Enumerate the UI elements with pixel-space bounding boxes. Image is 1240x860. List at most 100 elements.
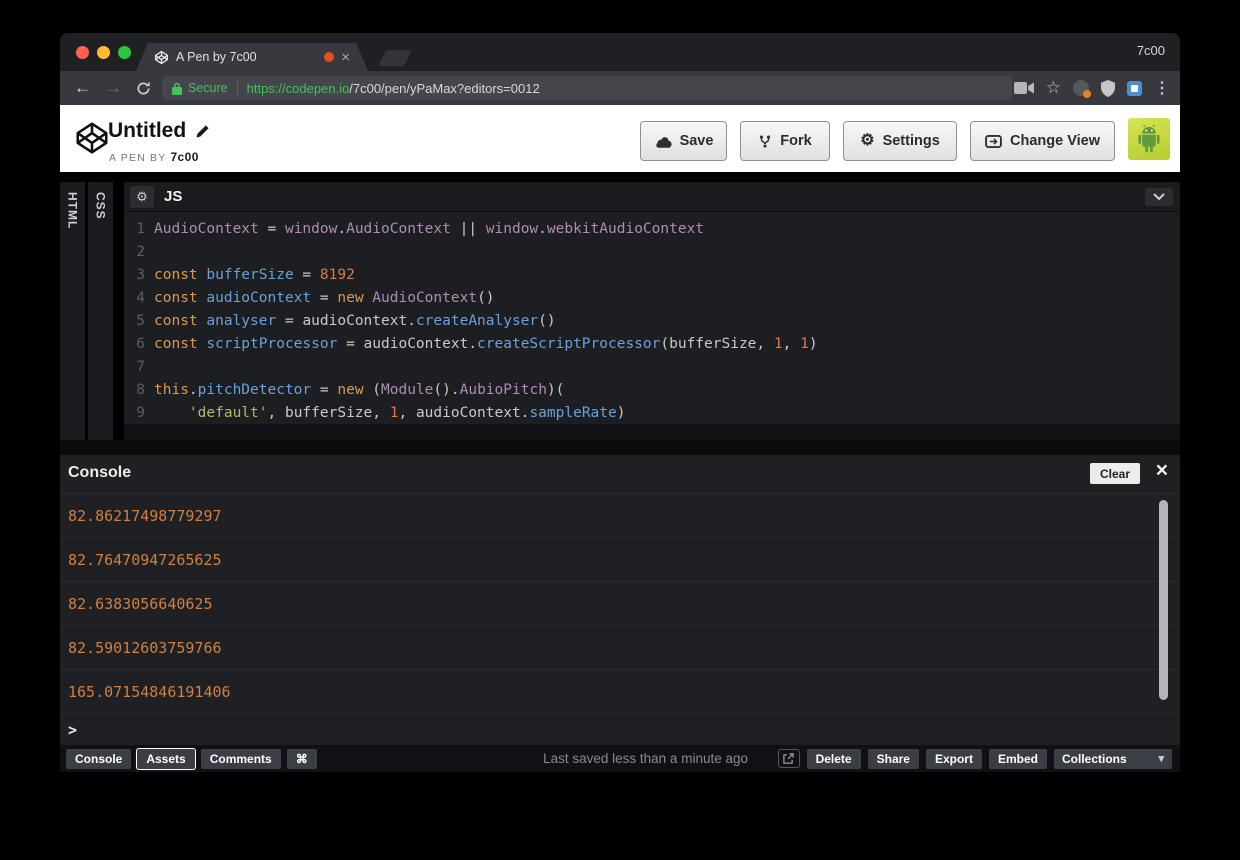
codepen-logo-icon[interactable] bbox=[74, 120, 110, 161]
console-close-icon[interactable]: × bbox=[1156, 459, 1168, 483]
footer-shortcuts-button[interactable]: ⌘ bbox=[286, 748, 317, 769]
tab-strip: A Pen by 7c00 × 7c00 bbox=[60, 33, 1180, 71]
delete-button[interactable]: Delete bbox=[806, 748, 861, 769]
line-content: const bufferSize = 8192 bbox=[154, 267, 355, 283]
desktop: A Pen by 7c00 × 7c00 ← → Secure https://… bbox=[0, 0, 1240, 860]
console-clear-button[interactable]: Clear bbox=[1089, 463, 1140, 484]
open-external-button[interactable] bbox=[777, 749, 800, 768]
cloud-icon bbox=[654, 135, 672, 148]
console-log-entry: 82.86217498779297 bbox=[60, 494, 1180, 538]
panel-resizer[interactable] bbox=[60, 440, 1180, 455]
line-content: AudioContext = window.AudioContext || wi… bbox=[154, 221, 705, 237]
footer-console-button[interactable]: Console bbox=[66, 748, 132, 769]
code-line: 6 const scriptProcessor = audioContext.cr… bbox=[124, 333, 1180, 356]
caret-down-icon: ▾ bbox=[1158, 753, 1164, 765]
byline-prefix: A PEN BY bbox=[109, 152, 167, 164]
save-button[interactable]: Save bbox=[640, 121, 727, 161]
js-editor-label: JS bbox=[164, 188, 183, 205]
browser-profile-name[interactable]: 7c00 bbox=[1137, 43, 1165, 58]
fork-button[interactable]: Fork bbox=[740, 121, 830, 161]
footer-assets-button[interactable]: Assets bbox=[137, 748, 195, 769]
js-settings-gear-icon[interactable]: ⚙ bbox=[130, 186, 154, 208]
console-panel: Console Clear × 82.86217498779297 82.7647… bbox=[60, 455, 1180, 745]
change-view-icon bbox=[985, 134, 1002, 148]
line-number: 4 bbox=[136, 290, 145, 306]
browser-tab[interactable]: A Pen by 7c00 × bbox=[136, 43, 368, 71]
fork-button-label: Fork bbox=[780, 133, 812, 149]
url-host: https://codepen.io bbox=[246, 80, 350, 96]
pen-author[interactable]: 7c00 bbox=[170, 150, 198, 164]
collections-dropdown[interactable]: Collections ▾ bbox=[1054, 748, 1172, 769]
reload-icon[interactable] bbox=[136, 71, 151, 105]
toolbar-icons: ☆ ⋮ bbox=[1013, 71, 1170, 105]
change-view-button[interactable]: Change View bbox=[970, 121, 1115, 161]
line-number: 8 bbox=[136, 382, 145, 398]
omnibox-divider bbox=[236, 81, 238, 95]
code-line: 2 bbox=[124, 241, 1180, 264]
line-content: const scriptProcessor = audioContext.cre… bbox=[154, 336, 818, 352]
embed-button[interactable]: Embed bbox=[988, 748, 1047, 769]
lock-icon bbox=[172, 82, 182, 95]
codepen-header: Untitled A PEN BY 7c00 Save Fork ⚙ Setti… bbox=[60, 105, 1180, 172]
gear-icon: ⚙ bbox=[860, 132, 875, 149]
footer-bar: Console Assets Comments ⌘ Last saved les… bbox=[60, 745, 1180, 772]
settings-button[interactable]: ⚙ Settings bbox=[843, 121, 957, 161]
collapsed-editor-css[interactable]: CSS bbox=[88, 182, 114, 440]
code-editor[interactable]: 1 AudioContext = window.AudioContext || w… bbox=[124, 213, 1180, 424]
screencast-icon[interactable] bbox=[1013, 81, 1034, 95]
close-window-traffic-light[interactable] bbox=[76, 46, 89, 59]
line-content: const analyser = audioContext.createAnal… bbox=[154, 313, 556, 329]
pen-byline: A PEN BY 7c00 bbox=[109, 150, 199, 164]
new-tab-button[interactable] bbox=[377, 50, 413, 66]
android-avatar-icon bbox=[1138, 124, 1160, 153]
tab-recording-indicator-icon bbox=[324, 52, 334, 62]
line-number: 2 bbox=[136, 244, 145, 260]
footer-left-group: Console Assets Comments ⌘ bbox=[66, 748, 317, 769]
footer-right-group: Delete Share Export Embed Collections ▾ bbox=[777, 748, 1172, 769]
line-content: 'default', bufferSize, 1, audioContext.s… bbox=[188, 405, 626, 421]
line-number: 5 bbox=[136, 313, 145, 329]
address-bar[interactable]: Secure https://codepen.io/7c00/pen/yPaMa… bbox=[162, 76, 1012, 100]
forward-icon[interactable]: → bbox=[105, 71, 122, 105]
collapsed-editor-html[interactable]: HTML bbox=[60, 182, 86, 440]
tab-close-icon[interactable]: × bbox=[341, 50, 350, 65]
html-editor-label: HTML bbox=[65, 192, 80, 230]
line-content: this.pitchDetector = new (Module().Aubio… bbox=[154, 382, 565, 398]
minimize-window-traffic-light[interactable] bbox=[97, 46, 110, 59]
fork-icon bbox=[758, 134, 772, 149]
js-editor-panel: ⚙ JS 1 AudioContext = window.AudioContext… bbox=[124, 182, 1180, 440]
console-prompt[interactable]: > bbox=[68, 721, 77, 739]
extension-badge-icon[interactable] bbox=[1073, 80, 1091, 98]
line-number: 6 bbox=[136, 336, 145, 352]
chevron-down-icon bbox=[1153, 193, 1165, 201]
zoom-window-traffic-light[interactable] bbox=[118, 46, 131, 59]
export-button[interactable]: Export bbox=[925, 748, 982, 769]
change-view-button-label: Change View bbox=[1010, 133, 1100, 149]
js-collapse-button[interactable] bbox=[1145, 188, 1173, 206]
code-line: 3 const bufferSize = 8192 bbox=[124, 264, 1180, 287]
console-header: Console Clear × bbox=[60, 455, 1180, 493]
codepen-favicon-icon bbox=[154, 50, 169, 65]
console-log-entry: 82.76470947265625 bbox=[60, 538, 1180, 582]
shield-extension-icon[interactable] bbox=[1101, 79, 1115, 97]
code-line: 5 const analyser = audioContext.createAna… bbox=[124, 310, 1180, 333]
user-avatar[interactable] bbox=[1128, 118, 1170, 160]
back-icon[interactable]: ← bbox=[74, 71, 91, 105]
edit-pencil-icon[interactable] bbox=[195, 124, 210, 139]
console-scrollbar-thumb[interactable] bbox=[1159, 500, 1168, 700]
css-editor-label: CSS bbox=[93, 192, 108, 220]
collections-label: Collections bbox=[1062, 751, 1127, 766]
bookmark-star-icon[interactable]: ☆ bbox=[1046, 78, 1061, 98]
save-button-label: Save bbox=[679, 133, 714, 149]
js-editor-header: ⚙ JS bbox=[124, 182, 1180, 212]
footer-comments-button[interactable]: Comments bbox=[200, 748, 281, 769]
url-path: /7c00/pen/yPaMax?editors=0012 bbox=[349, 80, 540, 96]
horizontal-scrollbar[interactable] bbox=[124, 424, 1180, 440]
secure-label: Secure bbox=[188, 81, 228, 95]
blue-extension-icon[interactable] bbox=[1127, 80, 1142, 96]
line-number: 9 bbox=[136, 405, 145, 421]
browser-menu-icon[interactable]: ⋮ bbox=[1154, 78, 1170, 98]
share-button[interactable]: Share bbox=[867, 748, 919, 769]
console-log-entry: 165.07154846191406 bbox=[60, 670, 1180, 714]
save-status-text: Last saved less than a minute ago bbox=[543, 751, 748, 766]
